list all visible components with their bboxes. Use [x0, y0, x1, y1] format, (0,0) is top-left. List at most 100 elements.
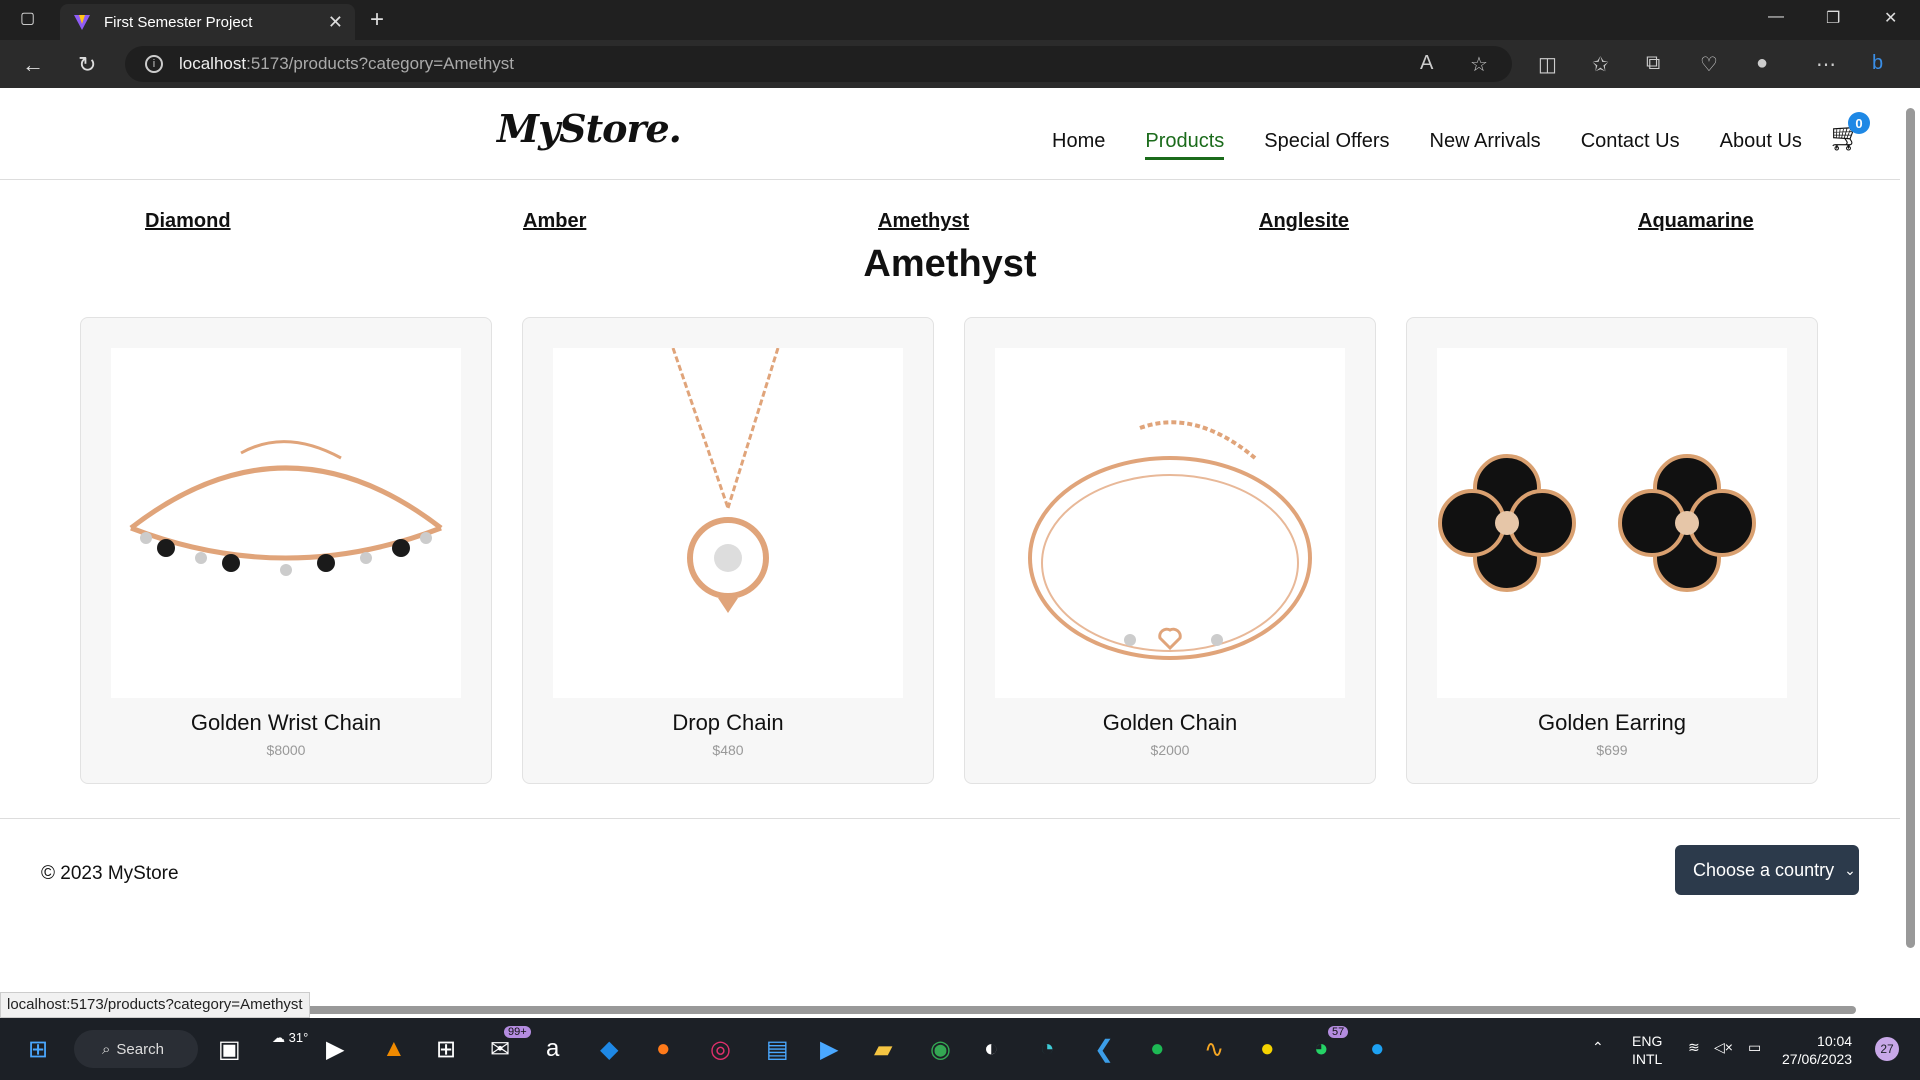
nav-contact-us[interactable]: Contact Us — [1581, 130, 1680, 160]
new-tab-icon[interactable]: + — [370, 6, 384, 34]
notification-badge[interactable]: 27 — [1875, 1037, 1899, 1061]
category-aquamarine[interactable]: Aquamarine — [1638, 210, 1754, 233]
product-price: $699 — [1596, 742, 1628, 758]
profile-icon[interactable]: ● — [1756, 52, 1768, 75]
mail-badge: 99+ — [504, 1026, 531, 1038]
wifi-icon[interactable]: ≋ — [1688, 1038, 1700, 1056]
tab-actions-icon[interactable]: ▢ — [20, 8, 35, 28]
product-name: Golden Earring — [1538, 710, 1686, 735]
copyright-text: © 2023 MyStore — [41, 863, 179, 884]
cart-count-badge: 0 — [1848, 112, 1870, 134]
edge-icon[interactable]: ◔ — [1040, 1035, 1055, 1063]
taskbar-search[interactable]: ⌕ Search — [74, 1030, 198, 1068]
windows-start-icon[interactable]: ⊞ — [28, 1035, 48, 1064]
back-icon[interactable]: ← — [22, 52, 44, 78]
windows-taskbar: ⊞ ⌕ Search ▣ ☁ 31° ▶ ▲ ⊞ ✉ 99+ a ◆ ● ◎ ▤ … — [0, 1018, 1920, 1080]
health-icon[interactable]: ♡ — [1700, 52, 1718, 77]
store-icon[interactable]: ⊞ — [436, 1035, 456, 1064]
url-host: localhost — [179, 54, 247, 73]
media-player-icon[interactable]: ◐ — [984, 1035, 999, 1063]
audio-app-icon[interactable]: ∿ — [1204, 1035, 1224, 1064]
cart-button[interactable]: 🛒︎ 0 — [1828, 112, 1870, 153]
vite-favicon-icon — [74, 15, 90, 30]
url-path: :5173/products?category=Amethyst — [246, 54, 515, 73]
category-anglesite[interactable]: Anglesite — [1259, 210, 1349, 233]
site-logo[interactable]: MyStore. — [497, 106, 682, 151]
minimize-icon[interactable]: — — [1768, 8, 1784, 26]
product-price: $480 — [712, 742, 744, 758]
category-amber[interactable]: Amber — [523, 210, 586, 233]
clock-time: 10:04 — [1817, 1033, 1853, 1049]
product-image — [553, 347, 903, 698]
product-price: $8000 — [266, 742, 306, 758]
firefox-icon[interactable]: ● — [656, 1035, 671, 1063]
product-image — [111, 348, 461, 698]
site-footer: © 2023 MyStore Choose a country ⌄ — [0, 818, 1900, 1018]
notepad-icon[interactable]: ▤ — [766, 1035, 789, 1064]
split-screen-icon[interactable]: ◫ — [1538, 52, 1557, 77]
restore-icon[interactable]: ❐ — [1826, 8, 1840, 28]
file-explorer-icon[interactable]: ▰ — [874, 1035, 892, 1064]
weather-temp: 31° — [288, 1030, 309, 1045]
nav-special-offers[interactable]: Special Offers — [1264, 130, 1389, 160]
mail-icon[interactable]: ✉ 99+ — [490, 1026, 531, 1064]
product-image — [995, 348, 1345, 698]
app-a-icon[interactable]: ● — [1260, 1035, 1275, 1063]
category-heading: Amethyst — [863, 243, 1037, 285]
product-image — [1437, 348, 1787, 698]
dropbox-icon[interactable]: ◆ — [600, 1035, 618, 1064]
address-toolbar: ← ↻ i localhost :5173/products?category=… — [0, 40, 1920, 88]
language-indicator[interactable]: ENG INTL — [1632, 1032, 1662, 1068]
chevron-down-icon: ⌄ — [1844, 861, 1856, 878]
battery-icon[interactable]: ▭ — [1748, 1038, 1761, 1056]
main-nav: Home Products Special Offers New Arrival… — [1052, 130, 1802, 160]
tab-title: First Semester Project — [104, 13, 253, 31]
country-select[interactable]: Choose a country ⌄ — [1675, 845, 1859, 895]
address-bar[interactable]: i localhost :5173/products?category=Amet… — [125, 46, 1512, 82]
teams-icon[interactable]: ▶ — [326, 1035, 344, 1064]
close-window-icon[interactable]: ✕ — [1884, 8, 1897, 28]
favorites-icon[interactable]: ✩ — [1592, 52, 1609, 77]
bing-copilot-icon[interactable]: b — [1872, 52, 1883, 75]
nav-products[interactable]: Products — [1145, 130, 1225, 160]
vertical-scrollbar[interactable] — [1900, 88, 1920, 1018]
show-hidden-icons-icon[interactable]: ⌃ — [1592, 1038, 1604, 1056]
refresh-icon[interactable]: ↻ — [78, 52, 96, 78]
chrome-icon[interactable]: ◉ — [930, 1035, 951, 1064]
site-info-icon[interactable]: i — [145, 55, 163, 73]
collections-icon[interactable]: ⧉ — [1646, 52, 1660, 75]
twitter-icon[interactable]: ● — [1370, 1035, 1385, 1063]
close-tab-icon[interactable]: ✕ — [328, 12, 343, 33]
category-amethyst[interactable]: Amethyst — [878, 210, 969, 233]
nav-new-arrivals[interactable]: New Arrivals — [1430, 130, 1541, 160]
favorite-star-icon[interactable]: ☆ — [1470, 52, 1488, 77]
instagram-icon[interactable]: ◎ — [710, 1035, 731, 1064]
whatsapp-icon[interactable]: ◕ 57 — [1314, 1026, 1349, 1063]
product-card[interactable]: Drop Chain $480 — [522, 317, 934, 784]
category-diamond[interactable]: Diamond — [145, 210, 231, 233]
product-card[interactable]: Golden Wrist Chain $8000 — [80, 317, 492, 784]
vscode-icon[interactable]: ❮ — [1094, 1035, 1114, 1064]
weather-widget[interactable]: ☁ 31° — [272, 1030, 308, 1046]
spotify-icon[interactable]: ● — [1150, 1035, 1165, 1063]
video-editor-icon[interactable]: ▶ — [820, 1035, 838, 1064]
task-view-icon[interactable]: ▣ — [218, 1035, 241, 1064]
nav-home[interactable]: Home — [1052, 130, 1105, 160]
more-icon[interactable]: ⋯ — [1816, 52, 1836, 77]
product-card[interactable]: Golden Earring $699 — [1406, 317, 1818, 784]
read-aloud-icon[interactable]: A — [1420, 52, 1433, 75]
vlc-icon[interactable]: ▲ — [382, 1035, 406, 1063]
site-header: MyStore. Home Products Special Offers Ne… — [0, 88, 1900, 180]
taskbar-search-label: Search — [116, 1040, 164, 1058]
product-name: Drop Chain — [672, 710, 784, 735]
browser-tab-bar: ▢ First Semester Project ✕ + — ❐ ✕ — [0, 0, 1920, 40]
language-code: ENG — [1632, 1033, 1663, 1049]
country-select-value: Choose a country — [1693, 859, 1835, 880]
nav-about-us[interactable]: About Us — [1720, 130, 1802, 160]
product-card[interactable]: Golden Chain $2000 — [964, 317, 1376, 784]
vertical-scroll-thumb[interactable] — [1906, 108, 1915, 948]
clock[interactable]: 10:04 27/06/2023 — [1782, 1032, 1852, 1068]
amazon-icon[interactable]: a — [546, 1035, 559, 1063]
browser-tab[interactable]: First Semester Project ✕ — [60, 4, 355, 40]
volume-muted-icon[interactable]: ◁× — [1714, 1038, 1733, 1056]
